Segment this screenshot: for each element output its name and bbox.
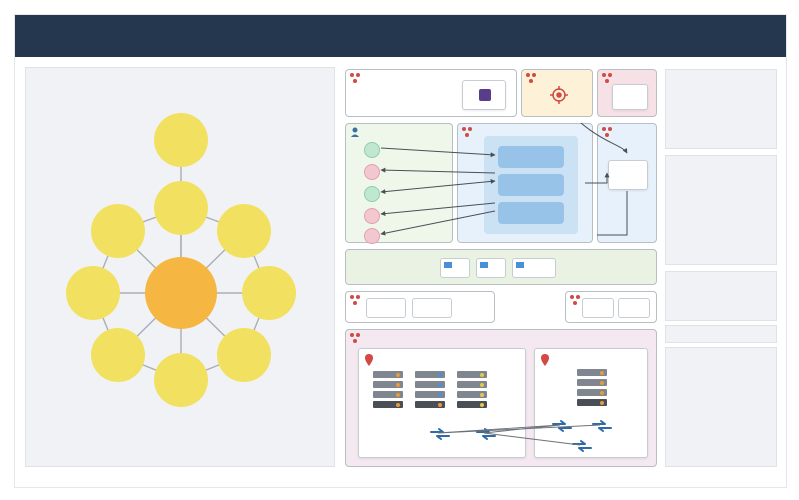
server-stack [373, 371, 403, 411]
row2-left-box [345, 123, 453, 243]
dot-green [364, 186, 380, 202]
server-stack [577, 369, 607, 409]
molecule-icon [350, 333, 360, 343]
detached-node [154, 113, 208, 167]
tab-accent-icon [516, 262, 524, 268]
row1-box-c [597, 69, 657, 117]
tab-card [512, 258, 556, 278]
link-icon [591, 419, 613, 433]
tab-card [476, 258, 506, 278]
dot-pink [364, 208, 380, 224]
row1-box-b [521, 69, 593, 117]
row4-left [345, 291, 495, 323]
molecule-icon [350, 295, 360, 305]
side-card [665, 325, 777, 343]
molecule-icon [602, 127, 612, 137]
link-icon [571, 439, 593, 453]
side-card [665, 69, 777, 149]
molecule-icon [602, 73, 612, 83]
row2-right-inner [608, 160, 648, 190]
blue-block [498, 202, 564, 224]
slot [618, 298, 650, 318]
cluster-a [358, 348, 526, 458]
server-stack [457, 371, 487, 411]
person-icon [350, 127, 360, 137]
blue-block [498, 146, 564, 168]
tab-card [440, 258, 470, 278]
link-icon [551, 419, 573, 433]
row4-right [565, 291, 657, 323]
row1c-inner [612, 84, 648, 110]
blue-block [498, 174, 564, 196]
tab-accent-icon [444, 262, 452, 268]
slot [582, 298, 614, 318]
dot-green [364, 142, 380, 158]
link-icon [429, 427, 451, 441]
pin-icon [541, 353, 549, 365]
molecule-icon [462, 127, 472, 137]
slot [366, 298, 406, 318]
center-node [145, 257, 217, 329]
network-radial-panel [25, 67, 335, 467]
dot-pink [364, 164, 380, 180]
row3-bar [345, 249, 657, 285]
app-frame [14, 14, 787, 488]
dot-pink [364, 228, 380, 244]
row1-box-a [345, 69, 517, 117]
molecule-icon [526, 73, 536, 83]
cluster-b [534, 348, 648, 458]
molecule-icon [350, 73, 360, 83]
molecule-icon [570, 295, 580, 305]
side-card [665, 271, 777, 321]
pin-icon [365, 353, 373, 365]
middle-inner-panel [484, 136, 578, 234]
target-icon [550, 86, 568, 109]
slot [412, 298, 452, 318]
tab-accent-icon [480, 262, 488, 268]
row2-right-box [597, 123, 657, 243]
side-card [665, 155, 777, 265]
side-card [665, 347, 777, 467]
radial-network-svg [26, 68, 336, 468]
server-stack [415, 371, 445, 411]
top-bar [15, 15, 786, 57]
link-icon [475, 427, 497, 441]
user-badge-icon [479, 89, 491, 101]
row1-inner-card [462, 80, 506, 110]
row5-box [345, 329, 657, 467]
row2-middle-box [457, 123, 593, 243]
